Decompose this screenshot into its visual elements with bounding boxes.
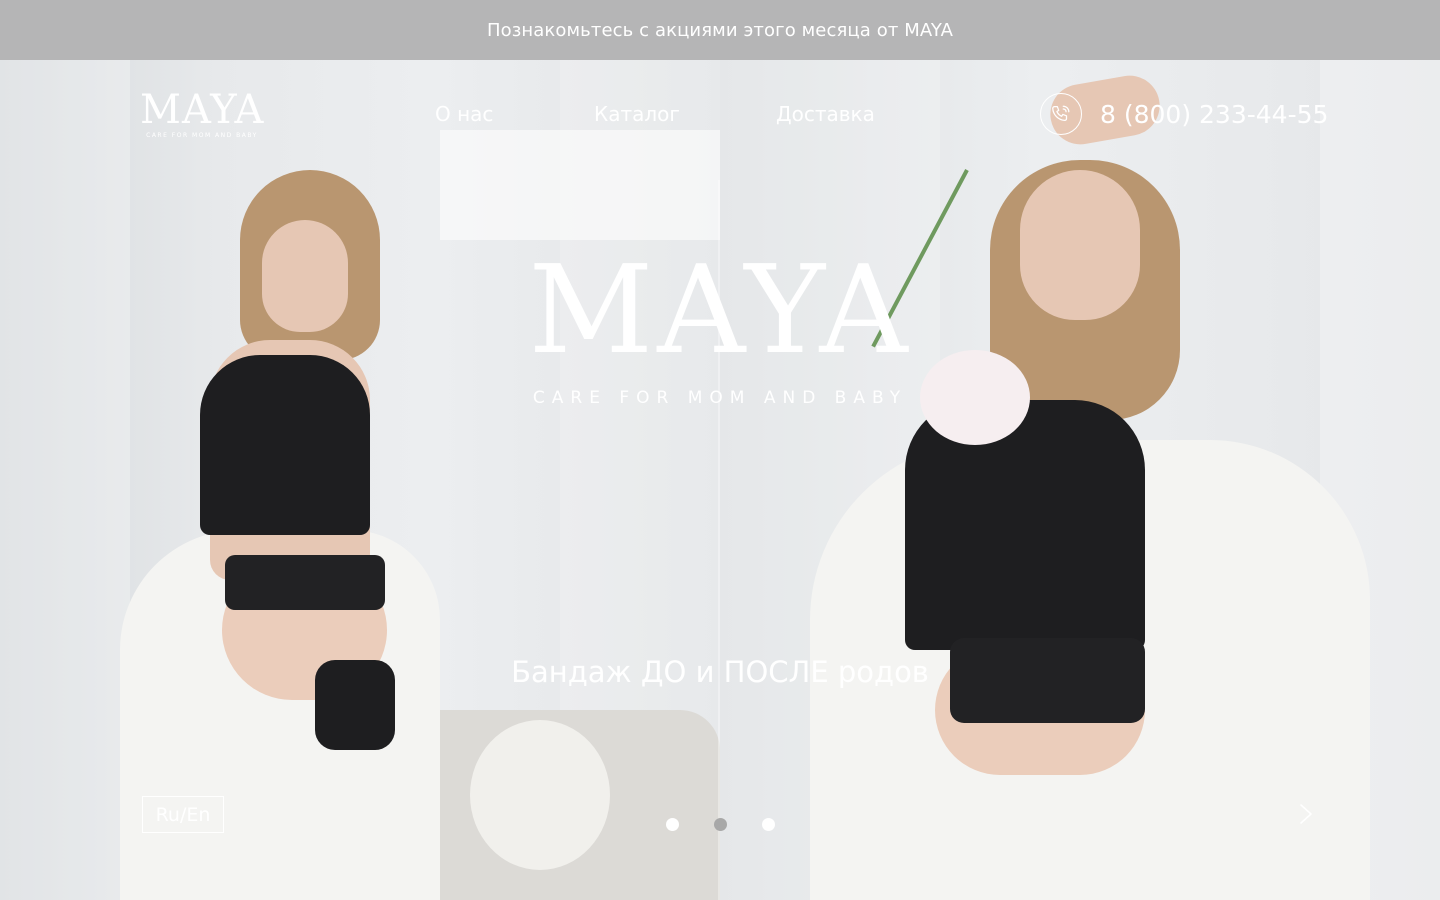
slide-title[interactable]: Бандаж ДО и ПОСЛЕ родов xyxy=(420,655,1020,689)
black-briefs xyxy=(315,660,395,750)
hero-section xyxy=(0,60,1440,900)
header-phone[interactable]: 8 (800) 233-44-55 xyxy=(1040,93,1328,135)
hero-brand-wordmark: MAYA xyxy=(528,239,912,381)
slider-dot[interactable] xyxy=(666,818,679,831)
hero-photo-left xyxy=(0,60,720,900)
peony-flower xyxy=(920,350,1030,445)
face xyxy=(1020,170,1140,320)
hero-brand: MAYA CARE FOR MOM AND BABY xyxy=(520,239,920,408)
language-toggle-button[interactable]: Ru/En xyxy=(142,796,224,833)
logo-wordmark[interactable]: MAYA xyxy=(140,90,264,130)
promo-bar[interactable]: Познакомьтесь с акциями этого месяца от … xyxy=(0,0,1440,60)
nav-delivery[interactable]: Доставка xyxy=(776,102,875,126)
phone-call-icon[interactable] xyxy=(1040,93,1082,135)
black-top xyxy=(905,400,1145,650)
phone-number[interactable]: 8 (800) 233-44-55 xyxy=(1100,100,1328,129)
belly-band xyxy=(225,555,385,610)
promo-text[interactable]: Познакомьтесь с акциями этого месяца от … xyxy=(487,20,953,41)
site-header: MAYA CARE FOR MOM AND BABY О нас Каталог… xyxy=(0,60,1440,170)
slider-dot[interactable] xyxy=(714,818,727,831)
curtain xyxy=(0,60,130,900)
chevron-right-icon[interactable] xyxy=(1299,803,1313,825)
header-logo[interactable]: MAYA CARE FOR MOM AND BABY xyxy=(140,90,264,142)
hero-brand-tagline: CARE FOR MOM AND BABY xyxy=(532,388,908,408)
nav-catalog[interactable]: Каталог xyxy=(594,102,680,126)
nav-about[interactable]: О нас xyxy=(435,102,493,126)
hero-photo-right xyxy=(720,60,1440,900)
logo-tagline: CARE FOR MOM AND BABY xyxy=(146,132,258,139)
black-top xyxy=(200,355,370,535)
swan-pillow xyxy=(470,720,610,870)
face xyxy=(262,220,348,332)
slider-dot[interactable] xyxy=(762,818,775,831)
slider-next-button[interactable] xyxy=(1294,800,1318,828)
